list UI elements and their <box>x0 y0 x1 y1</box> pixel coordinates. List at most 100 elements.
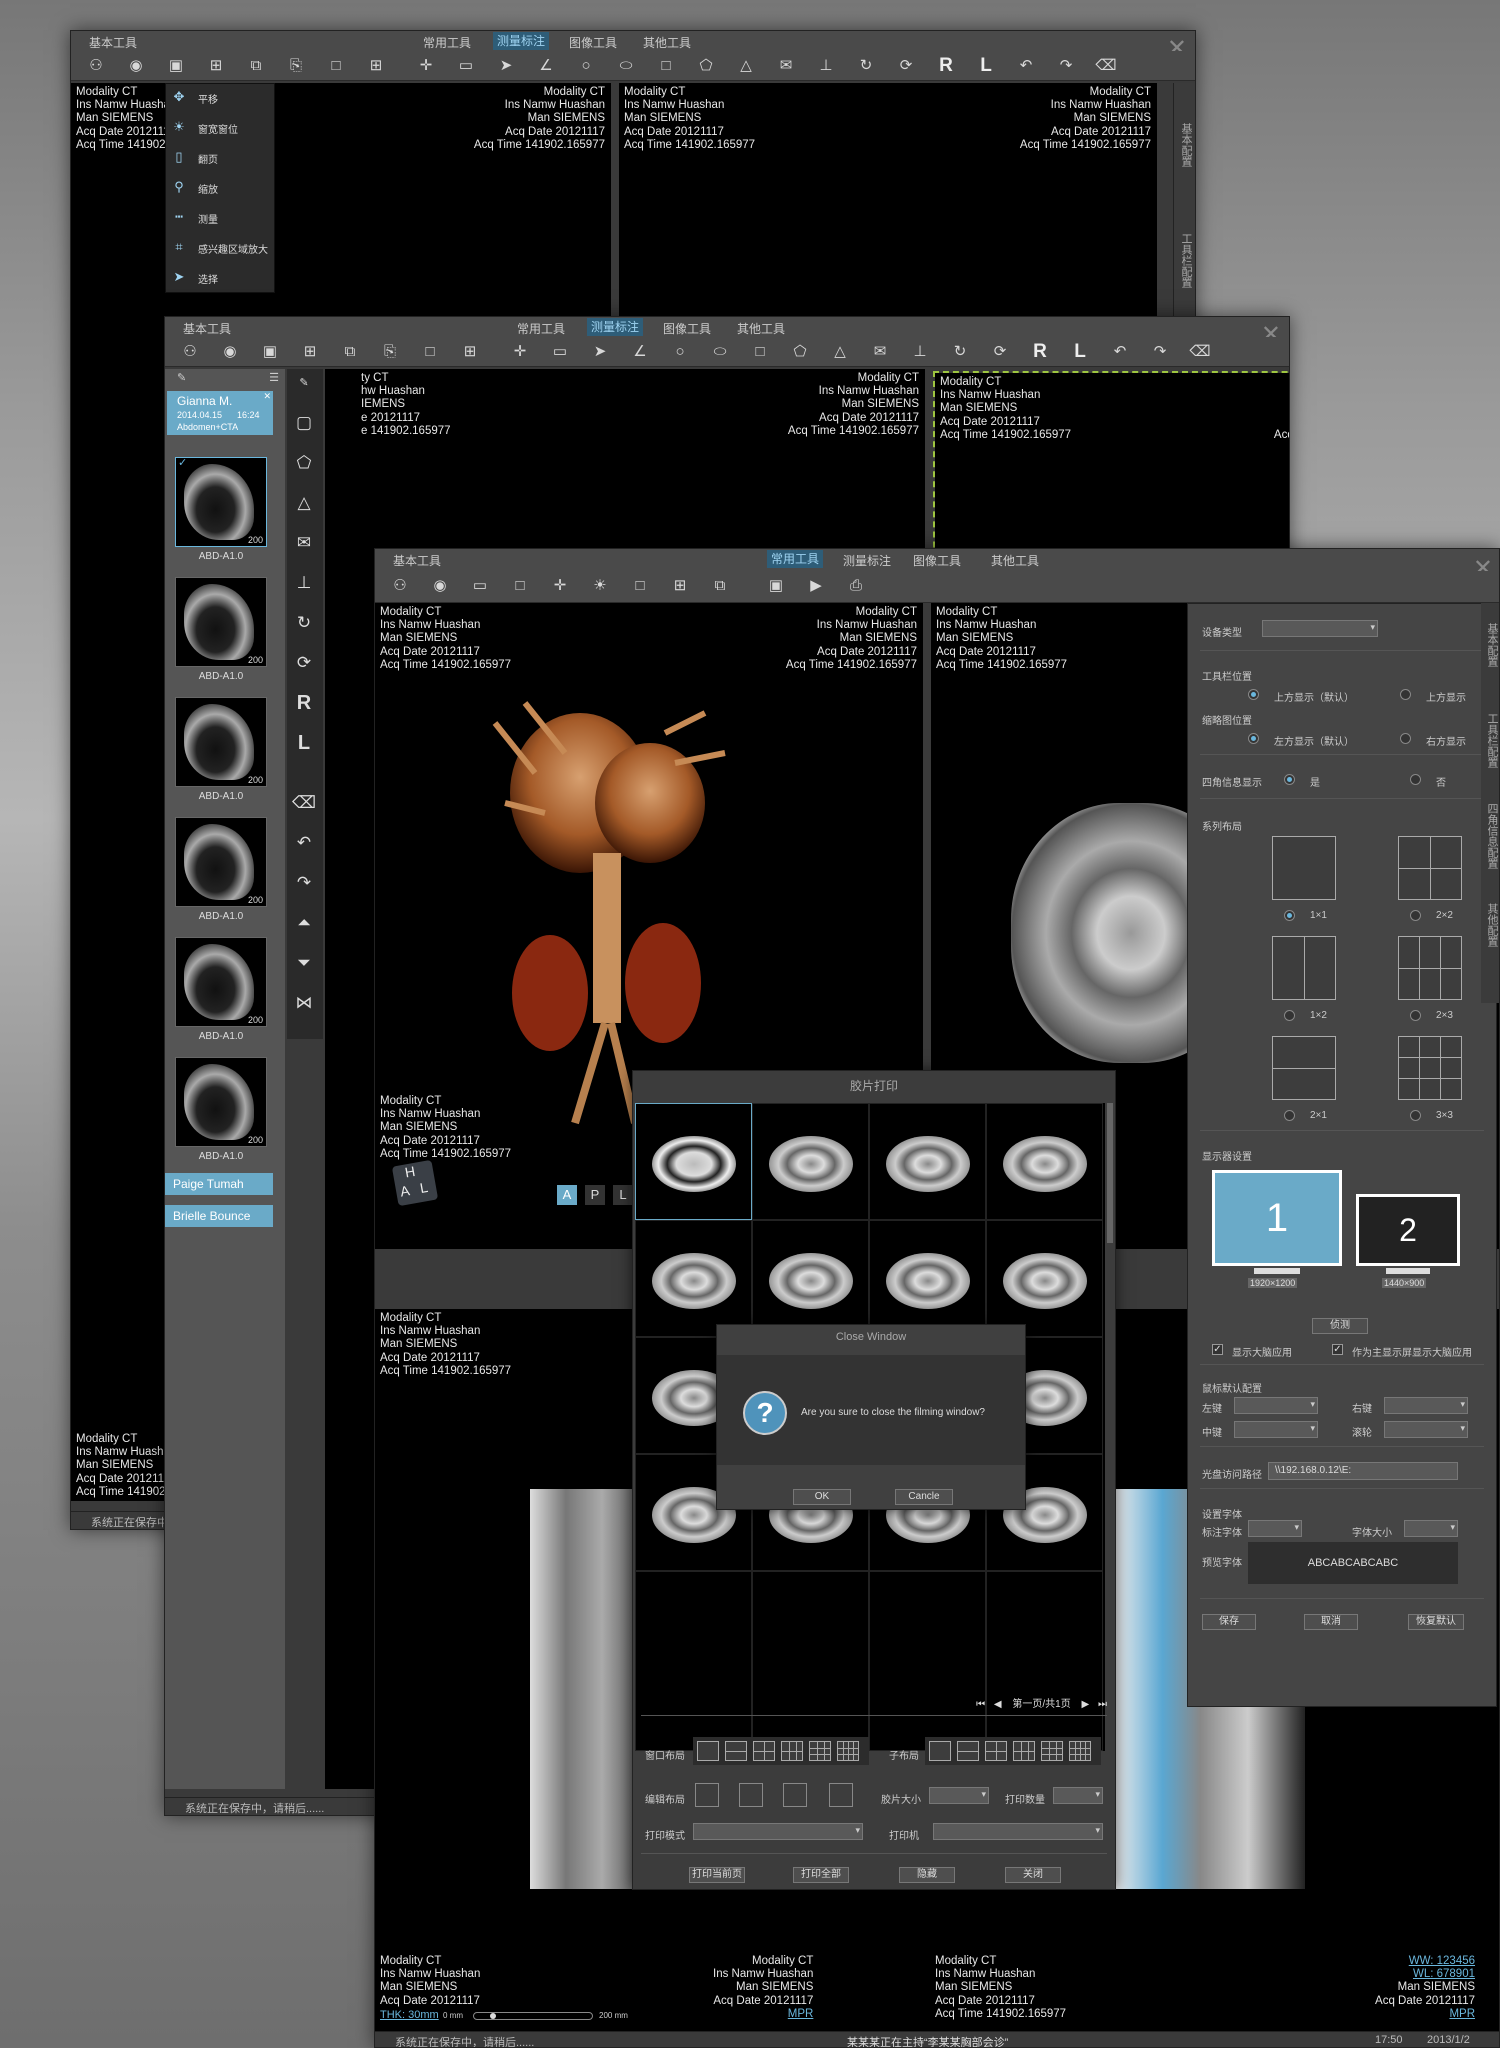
tab-common-tools[interactable]: 常用工具 <box>767 550 824 568</box>
layout-option[interactable] <box>697 1741 719 1761</box>
device-type-select[interactable] <box>1262 620 1378 637</box>
print-all-button[interactable]: 打印全部 <box>793 1867 849 1883</box>
orientation-a-button[interactable]: A <box>557 1185 577 1205</box>
right-label-tool[interactable]: R <box>935 55 957 77</box>
comment-icon[interactable]: ✉ <box>775 55 797 77</box>
window-level-icon[interactable]: ☀ <box>589 575 611 597</box>
flip-horizontal-icon[interactable]: ⏷ <box>287 949 321 977</box>
prev-page-icon[interactable]: ◀ <box>994 1699 1002 1710</box>
film-cell[interactable] <box>986 1220 1103 1337</box>
corner-info-yes-radio[interactable] <box>1284 774 1295 785</box>
rotate-icon[interactable]: ↻ <box>855 55 877 77</box>
layout-option[interactable] <box>809 1741 831 1761</box>
angle-icon[interactable]: ∠ <box>535 55 557 77</box>
delete-icon[interactable]: ⌫ <box>1095 55 1117 77</box>
printer-select[interactable] <box>933 1823 1103 1840</box>
right-key-select[interactable] <box>1384 1397 1468 1414</box>
crosshair-icon[interactable]: ✛ <box>549 575 571 597</box>
tab-basic-tools[interactable]: 基本工具 <box>393 552 441 569</box>
wl-label[interactable]: WL: 678901 <box>1375 1968 1475 1981</box>
close-icon[interactable]: ✕ <box>263 391 271 402</box>
side-tab-toolbar-config[interactable]: 工具栏配置 <box>1178 233 1194 288</box>
rotate-icon[interactable]: ↻ <box>949 341 971 363</box>
polygon-icon[interactable]: ⬠ <box>789 341 811 363</box>
tab-other-tools[interactable]: 其他工具 <box>737 320 785 337</box>
print-icon[interactable]: ⎙ <box>845 575 867 597</box>
film-cell[interactable] <box>635 1571 752 1751</box>
orientation-l-button[interactable]: L <box>613 1185 633 1205</box>
comment-icon[interactable]: ✉ <box>869 341 891 363</box>
film-cell[interactable] <box>986 1571 1103 1751</box>
histogram-icon[interactable]: ⊥ <box>909 341 931 363</box>
film-cell[interactable] <box>869 1571 986 1751</box>
menu-item-pan[interactable]: ✥ 平移 <box>166 86 274 108</box>
layout-2x3-option[interactable] <box>1398 936 1462 1000</box>
delete-icon[interactable]: ⌫ <box>287 789 321 817</box>
tab-common-tools[interactable]: 常用工具 <box>517 320 565 337</box>
layout-option[interactable] <box>929 1741 951 1761</box>
main-large-checkbox[interactable]: ✓ <box>1332 1344 1343 1355</box>
left-label-tool[interactable]: L <box>975 55 997 77</box>
polygon-icon[interactable]: ⬠ <box>287 449 321 477</box>
film-cell[interactable] <box>752 1103 869 1220</box>
series-thumb[interactable]: 200 <box>175 817 267 907</box>
copy-icon[interactable]: ⧉ <box>339 341 361 363</box>
ww-label[interactable]: WW: 123456 <box>1375 1955 1475 1968</box>
copy-icon[interactable]: ⧉ <box>245 55 267 77</box>
rect-icon[interactable]: □ <box>509 575 531 597</box>
ok-button[interactable]: OK <box>793 1489 851 1505</box>
monitor-2[interactable]: 2 <box>1356 1194 1460 1266</box>
refresh-icon[interactable]: ⟳ <box>989 341 1011 363</box>
video-icon[interactable]: ▶ <box>805 575 827 597</box>
consult-status[interactable]: 某某某正在主持“李某某胸部会诊” <box>847 2034 1008 2047</box>
patient-card[interactable]: Paige Tumah <box>165 1173 273 1195</box>
layout-grid-icon[interactable]: ⊞ <box>459 341 481 363</box>
cd-path-input[interactable]: \\192.168.0.12\E: <box>1268 1462 1458 1480</box>
tab-image-tools[interactable]: 图像工具 <box>569 34 617 51</box>
tab-image-tools[interactable]: 图像工具 <box>913 552 961 569</box>
pointer-icon[interactable]: ➤ <box>495 55 517 77</box>
user-icon[interactable]: ⚇ <box>179 341 201 363</box>
comment-icon[interactable]: ✉ <box>287 529 321 557</box>
ruler-icon[interactable]: ▭ <box>469 575 491 597</box>
layout-option[interactable] <box>837 1741 859 1761</box>
patient-card-active[interactable]: Gianna M. 2014.04.15 16:24 Abdomen+CTA ✕ <box>167 391 273 435</box>
film-cell[interactable] <box>869 1103 986 1220</box>
redo-icon[interactable]: ↷ <box>1055 55 1077 77</box>
screenshot-icon[interactable]: ▣ <box>765 575 787 597</box>
menu-item-measure[interactable]: ┅ 测量 <box>166 206 274 228</box>
layout-option[interactable] <box>725 1741 747 1761</box>
add-icon[interactable]: ⊞ <box>205 55 227 77</box>
thumb-right-radio[interactable] <box>1400 733 1411 744</box>
monitor-1[interactable]: 1 <box>1212 1170 1342 1266</box>
layout-3x3-option[interactable] <box>1398 1036 1462 1100</box>
undo-icon[interactable]: ↶ <box>1015 55 1037 77</box>
angle-icon[interactable]: ∠ <box>629 341 651 363</box>
next-page-icon[interactable]: ▶ <box>1082 1699 1090 1710</box>
show-large-checkbox[interactable]: ✓ <box>1212 1344 1223 1355</box>
undo-icon[interactable]: ↶ <box>1109 341 1131 363</box>
side-tab-toolbar-config[interactable]: 工具栏配置 <box>1484 713 1499 768</box>
tab-measure[interactable]: 测量标注 <box>587 318 644 336</box>
toolbar-top-radio[interactable] <box>1400 689 1411 700</box>
freehand-icon[interactable]: △ <box>287 489 321 517</box>
layout-2x3-radio[interactable] <box>1410 1010 1421 1021</box>
histogram-icon[interactable]: ⊥ <box>287 569 321 597</box>
series-thumb[interactable]: 200 <box>175 577 267 667</box>
film-cell[interactable] <box>986 1103 1103 1220</box>
flip-vertical-icon[interactable]: ⏶ <box>287 909 321 937</box>
film-cell[interactable] <box>635 1103 752 1220</box>
tab-basic-tools[interactable]: 基本工具 <box>89 34 137 51</box>
print-current-button[interactable]: 打印当前页 <box>689 1867 745 1883</box>
invert-icon[interactable]: ⋈ <box>287 989 321 1017</box>
tab-measure[interactable]: 测量标注 <box>493 32 550 50</box>
pin-icon[interactable]: ✎ <box>177 371 186 384</box>
layout-2x1-option[interactable] <box>1272 1036 1336 1100</box>
layout-1x1-radio[interactable] <box>1284 910 1295 921</box>
pin-icon[interactable]: ✎ <box>287 369 321 397</box>
new-cell-icon[interactable] <box>829 1783 853 1807</box>
sync-icon[interactable]: ◉ <box>429 575 451 597</box>
copy-cell-icon[interactable] <box>783 1783 807 1807</box>
tab-measure[interactable]: 测量标注 <box>843 552 891 569</box>
menu-item-window-level[interactable]: ☀ 窗宽窗位 <box>166 116 274 138</box>
